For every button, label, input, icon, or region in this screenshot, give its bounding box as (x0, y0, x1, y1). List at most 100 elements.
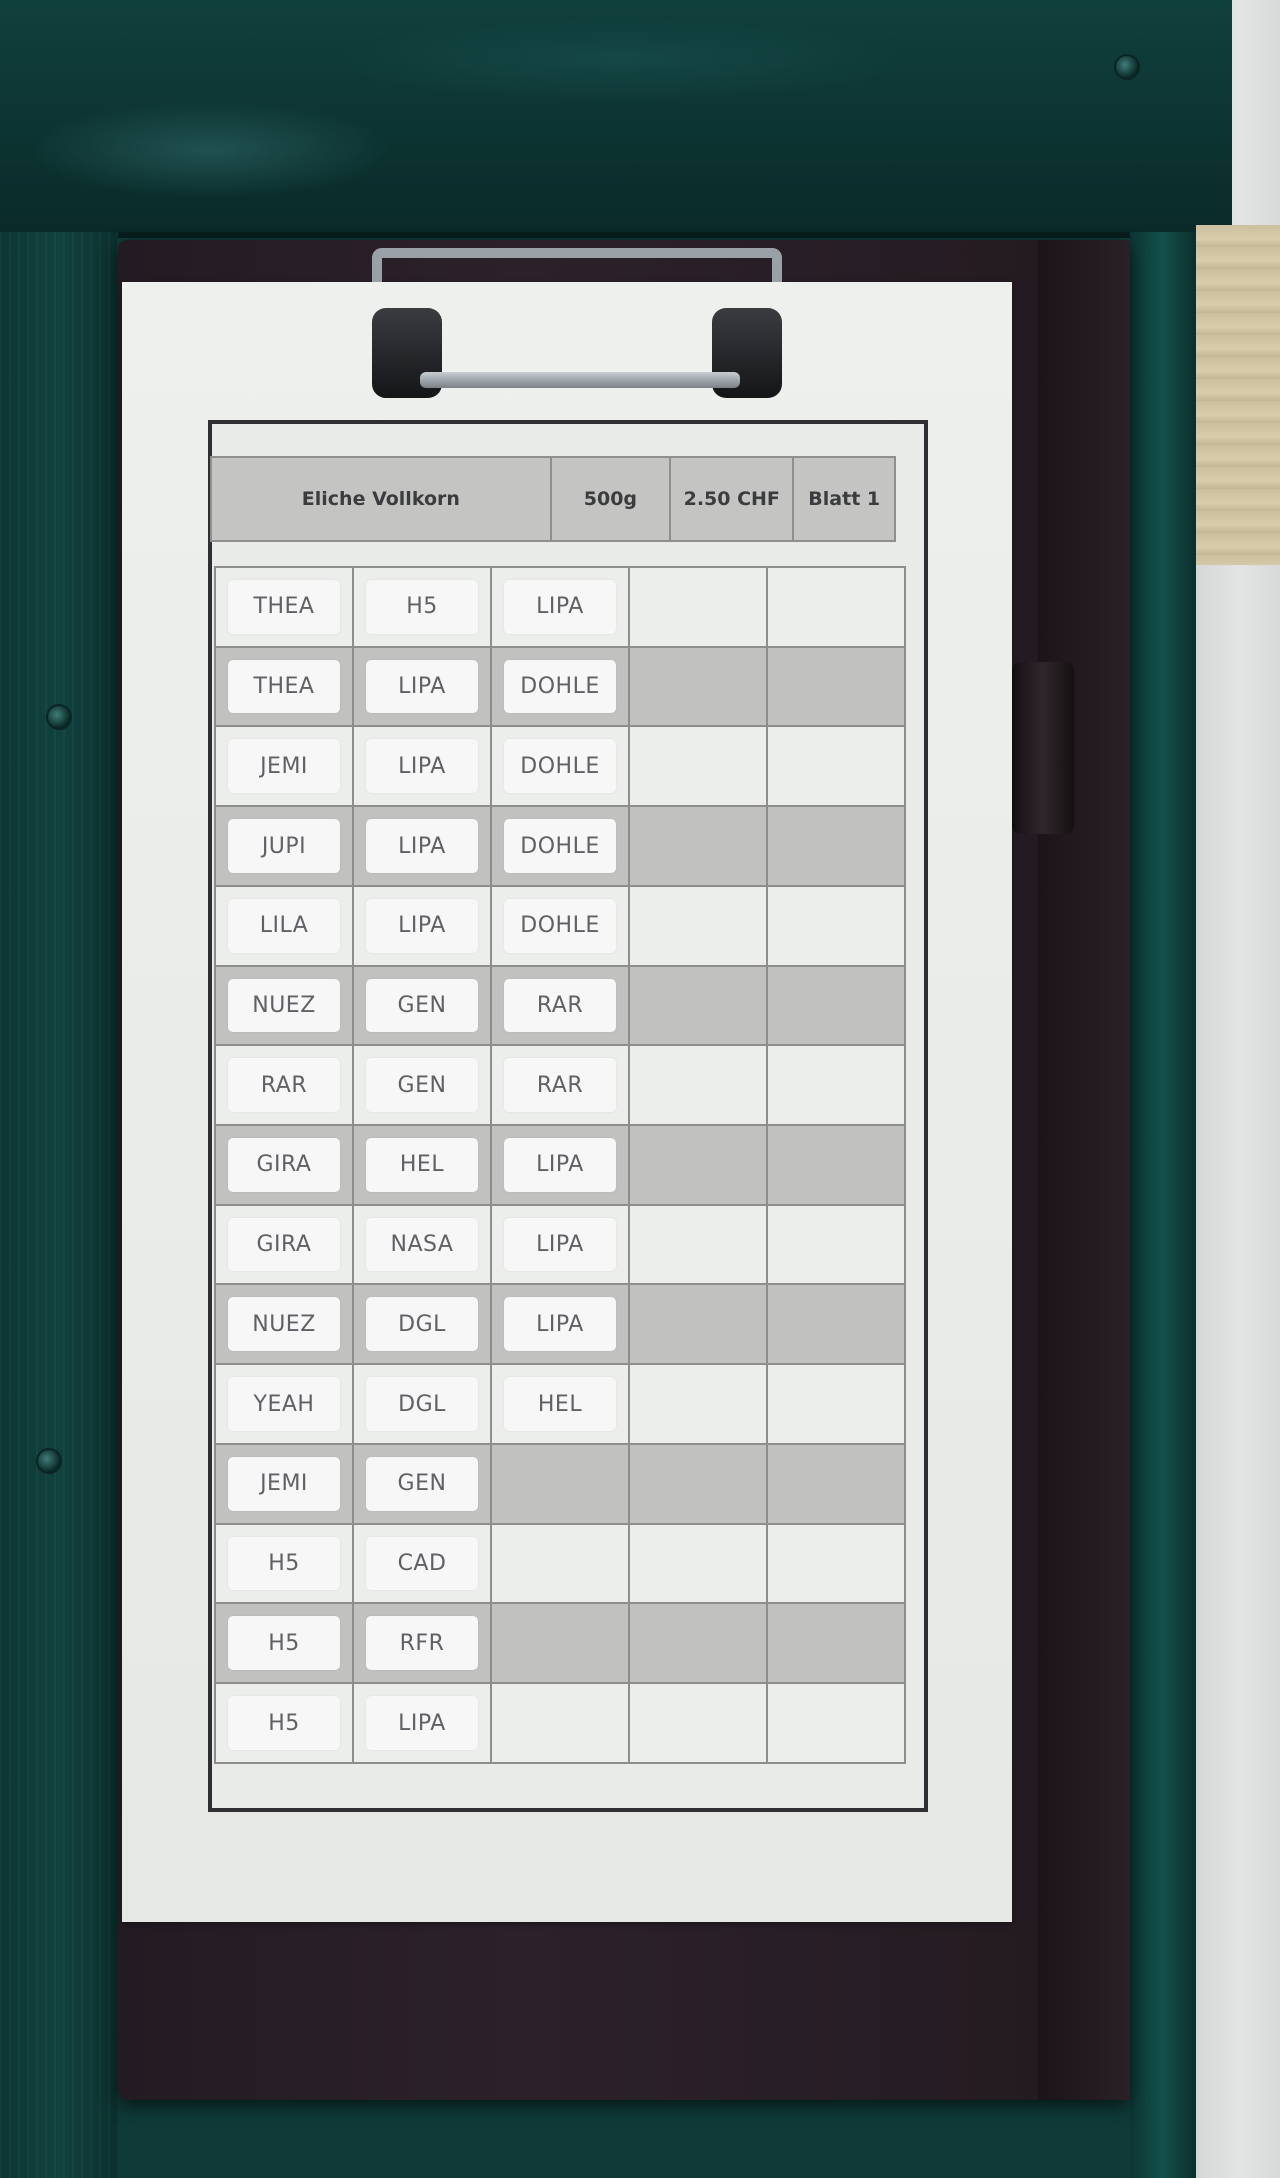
grid-cell: LIPA (352, 645, 492, 728)
name-sticker: H5 (228, 1696, 340, 1750)
grid-cell: LIPA (352, 884, 492, 967)
grid-cell (766, 1124, 906, 1206)
grid-cell (766, 805, 906, 887)
grid-cell (490, 1442, 630, 1525)
grid-cell (490, 1682, 630, 1764)
grid-cell: LIPA (352, 725, 492, 808)
grid-cell (628, 1203, 768, 1286)
name-sticker: LIPA (366, 739, 478, 794)
grid-cell: H5 (214, 1602, 354, 1685)
grid-cell (766, 1442, 906, 1525)
grid-cell (766, 964, 906, 1047)
name-sticker: H5 (228, 1536, 340, 1591)
grid-cell: LIPA (352, 805, 492, 887)
grid-cell: THEA (214, 645, 354, 728)
table-row: JEMI LIPA DOHLE (214, 725, 906, 808)
screw-icon (1114, 54, 1140, 80)
grid-cell: H5 (214, 1682, 354, 1764)
wooden-post-left (0, 232, 118, 2178)
table-row: H5 CAD (214, 1522, 906, 1605)
grid-cell (628, 805, 768, 887)
grid-cell (628, 725, 768, 808)
grid-cell: GIRA (214, 1203, 354, 1286)
name-sticker: RFR (366, 1616, 478, 1671)
grid-cell: LIPA (352, 1682, 492, 1764)
grid-cell: GEN (352, 1442, 492, 1525)
grid-cell: H5 (214, 1522, 354, 1605)
name-sticker: CAD (366, 1536, 478, 1591)
grid-cell: DOHLE (490, 645, 630, 728)
name-sticker: DOHLE (504, 898, 616, 953)
name-sticker: GEN (366, 978, 478, 1033)
screw-icon (46, 704, 72, 730)
grid-cell: JUPI (214, 805, 354, 887)
grid-cell: RAR (490, 1044, 630, 1127)
grid-cell (628, 566, 768, 648)
name-sticker: HEL (504, 1377, 616, 1431)
grid-cell (766, 1283, 906, 1366)
grid-cell (628, 884, 768, 967)
table-row: JEMI GEN (214, 1442, 906, 1525)
grid-cell: GEN (352, 1044, 492, 1127)
grid-cell: YEAH (214, 1363, 354, 1445)
name-sticker: GIRA (228, 1217, 340, 1272)
grid-cell: DOHLE (490, 725, 630, 808)
clipboard-hinge (1012, 662, 1074, 834)
name-sticker: LIPA (366, 898, 478, 953)
grid-cell: GEN (352, 964, 492, 1047)
name-sticker: JEMI (228, 739, 340, 794)
grid-cell (628, 1602, 768, 1685)
grid-cell: HEL (352, 1124, 492, 1206)
table-row: NUEZ GEN RAR (214, 964, 906, 1047)
table-row: LILA LIPA DOHLE (214, 884, 906, 967)
name-sticker: RAR (228, 1058, 340, 1113)
grid-cell (766, 725, 906, 808)
grid-cell: NASA (352, 1203, 492, 1286)
grid-cell (766, 566, 906, 648)
sheet-header: Eliche Vollkorn 500g 2.50 CHF Blatt 1 (210, 456, 896, 542)
clip-lever (420, 372, 740, 388)
grid-cell: NUEZ (214, 1283, 354, 1366)
table-row: H5 LIPA (214, 1682, 906, 1764)
name-sticker: DOHLE (504, 819, 616, 873)
grid-cell: THEA (214, 566, 354, 648)
name-sticker: YEAH (228, 1377, 340, 1431)
grid-cell (628, 1522, 768, 1605)
grid-cell (766, 1522, 906, 1605)
grid-cell: RAR (490, 964, 630, 1047)
grid-cell (766, 1203, 906, 1286)
name-sticker: LIPA (504, 1138, 616, 1192)
grid-cell (766, 645, 906, 728)
grid-cell (766, 1044, 906, 1127)
table-row: GIRA NASA LIPA (214, 1203, 906, 1286)
grid-cell (628, 1124, 768, 1206)
name-sticker: GIRA (228, 1138, 340, 1192)
clip-wire (372, 248, 782, 282)
grid-cell: DOHLE (490, 884, 630, 967)
name-sticker: NUEZ (228, 978, 340, 1033)
wood-block (1196, 225, 1280, 565)
table-row: NUEZ DGL LIPA (214, 1283, 906, 1366)
name-sticker: NASA (366, 1217, 478, 1272)
grid-cell (766, 1363, 906, 1445)
table-row: THEA H5 LIPA (214, 566, 906, 648)
wooden-post-right (1130, 232, 1196, 2178)
grid-cell (628, 645, 768, 728)
grid-cell (766, 1682, 906, 1764)
sheet-number: Blatt 1 (792, 456, 896, 542)
grid-cell: HEL (490, 1363, 630, 1445)
name-sticker: H5 (228, 1616, 340, 1671)
grid-cell (766, 884, 906, 967)
table-row: GIRA HEL LIPA (214, 1124, 906, 1206)
grid-cell: JEMI (214, 725, 354, 808)
grid-cell: DGL (352, 1363, 492, 1445)
clipboard-edge (1038, 240, 1130, 2100)
grid-cell: JEMI (214, 1442, 354, 1525)
grid-cell: GIRA (214, 1124, 354, 1206)
name-sticker: JEMI (228, 1456, 340, 1511)
tally-grid: THEA H5 LIPA THEA LIPA DOHLE JEMI LIPA DOHLE JUPI… (214, 566, 906, 1764)
grid-cell (766, 1602, 906, 1685)
name-sticker: LIPA (366, 659, 478, 714)
product-name: Eliche Vollkorn (210, 456, 552, 542)
product-price: 2.50 CHF (669, 456, 795, 542)
